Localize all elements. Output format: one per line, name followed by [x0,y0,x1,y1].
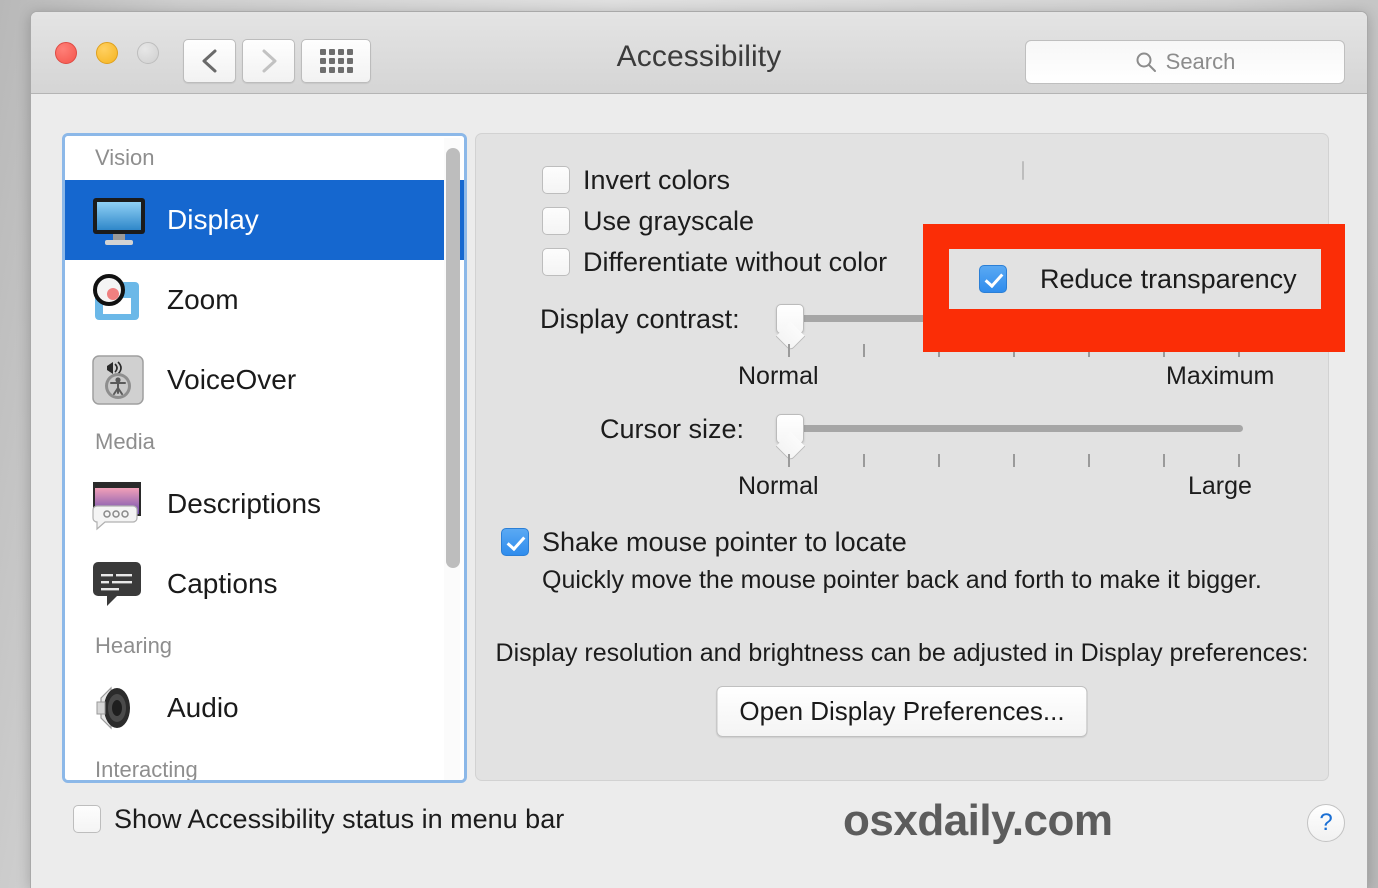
cursor-size-label: Cursor size: [600,414,745,444]
use-grayscale-label: Use grayscale [583,206,755,236]
invert-colors-label: Invert colors [583,165,731,195]
reduce-transparency-label: Reduce transparency [1040,264,1297,294]
system-preferences-window: Accessibility Search Vision Display Zoom… [30,11,1368,888]
checkbox-row-show-accessibility-status[interactable]: Show Accessibility status in menu bar [73,805,564,833]
display-contrast-knob[interactable] [776,304,804,334]
sidebar-group-vision: Vision [95,145,155,170]
checkbox-row-shake-mouse-pointer[interactable]: Shake mouse pointer to locate [501,528,1262,556]
cursor-size-min-label: Normal [738,472,819,500]
cursor-size-track[interactable] [788,425,1243,432]
display-monitor-icon [87,188,151,252]
reduce-transparency-checkbox[interactable] [979,265,1007,293]
sidebar-group-media: Media [95,429,155,454]
captions-icon [87,552,151,616]
show-accessibility-status-checkbox[interactable] [73,805,101,833]
sidebar-item-zoom[interactable]: Zoom [65,260,464,340]
audio-speaker-icon [87,676,151,740]
sidebar-item-voiceover[interactable]: VoiceOver [65,340,464,420]
cursor-size-knob[interactable] [776,414,804,444]
window-titlebar: Accessibility Search [31,12,1367,94]
window-body: Vision Display Zoom VoiceOver Media Desc… [31,94,1367,888]
zoom-magnifier-icon [87,268,151,332]
use-grayscale-checkbox[interactable] [542,207,570,235]
search-placeholder: Search [1165,49,1236,74]
differentiate-without-color-label: Differentiate without color [583,247,888,277]
red-highlight-annotation: Reduce transparency [923,224,1345,352]
display-preferences-note: Display resolution and brightness can be… [495,639,1309,667]
sidebar-item-descriptions[interactable]: Descriptions [65,464,464,544]
shake-mouse-pointer-description: Quickly move the mouse pointer back and … [542,566,1262,594]
checkbox-row-differentiate-without-color[interactable]: Differentiate without color [542,248,887,276]
open-display-preferences-button[interactable]: Open Display Preferences... [716,686,1088,737]
cursor-size-max-label: Large [1188,472,1252,500]
search-input[interactable]: Search [1025,40,1345,84]
checkbox-row-invert-colors[interactable]: Invert colors [542,166,887,194]
accessibility-feature-list[interactable]: Vision Display Zoom VoiceOver Media Desc… [62,133,467,783]
occluded-checkbox[interactable] [1022,161,1024,180]
reduce-transparency-row[interactable]: Reduce transparency [949,249,1321,309]
watermark: osxdaily.com [843,796,1113,845]
search-icon [1136,52,1156,72]
window-footer: Show Accessibility status in menu bar os… [31,794,1367,884]
sidebar-item-audio[interactable]: Audio [65,668,464,748]
invert-colors-checkbox[interactable] [542,166,570,194]
sidebar-group-interacting: Interacting [95,757,198,780]
sidebar-item-captions[interactable]: Captions [65,544,464,624]
occluded-checkbox-row[interactable] [1022,161,1024,180]
sidebar-item-display[interactable]: Display [65,180,464,260]
cursor-size-slider-group: Cursor size: Normal Large [476,414,1288,504]
shake-mouse-pointer-checkbox[interactable] [501,528,529,556]
checkbox-row-use-grayscale[interactable]: Use grayscale [542,207,887,235]
cursor-size-ticks [788,454,1243,468]
shake-mouse-pointer-label: Shake mouse pointer to locate [542,527,907,557]
sidebar-item-label: Audio [167,692,239,723]
sidebar-item-label: Descriptions [167,488,322,519]
sidebar-scrollbar-thumb[interactable] [446,148,460,568]
help-button[interactable]: ? [1307,804,1345,842]
show-accessibility-status-label: Show Accessibility status in menu bar [114,804,565,834]
differentiate-without-color-checkbox[interactable] [542,248,570,276]
shake-mouse-pointer-group: Shake mouse pointer to locate Quickly mo… [501,528,1262,596]
vision-checkbox-group: Invert colors Use grayscale Differentiat… [542,166,887,289]
voiceover-icon [87,348,151,412]
sidebar-item-label: Zoom [167,284,239,315]
sidebar-group-hearing: Hearing [95,633,173,658]
descriptions-icon [87,472,151,536]
sidebar-item-label: VoiceOver [167,364,297,395]
sidebar-item-label: Captions [167,568,278,599]
sidebar-item-label: Display [167,204,259,235]
display-contrast-min-label: Normal [738,362,819,390]
sidebar-scroll-area[interactable]: Vision Display Zoom VoiceOver Media Desc… [65,136,464,780]
display-contrast-max-label: Maximum [1166,362,1275,390]
display-contrast-label: Display contrast: [540,304,740,334]
sidebar-scrollbar[interactable] [444,138,460,780]
